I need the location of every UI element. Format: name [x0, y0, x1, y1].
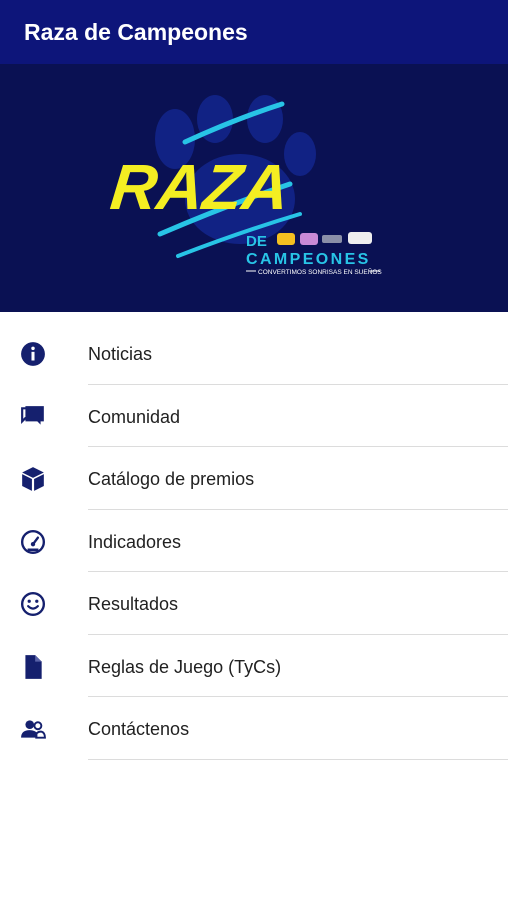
menu-item-label: Resultados	[88, 594, 179, 614]
logo-word: RAZA	[107, 151, 292, 223]
menu-item-label: Comunidad	[88, 406, 181, 427]
speedometer-icon	[20, 529, 46, 554]
chat-icon	[21, 405, 44, 425]
header-banner: RAZA DE CAMPEONES CONVERTIMOS SONRISAS E…	[0, 64, 508, 312]
menu-item-label: Noticias	[88, 344, 153, 364]
box-icon	[22, 467, 44, 491]
app-title: Raza de Campeones	[24, 19, 248, 45]
menu-item-label: Contáctenos	[88, 719, 190, 739]
logo-tagline: CONVERTIMOS SONRISAS EN SUEÑOS	[258, 267, 382, 276]
menu-item-label: Reglas de Juego (TyCs)	[88, 656, 282, 677]
navigation-menu: Noticias Comunidad Catálogo de premios I…	[0, 322, 508, 760]
logo-campeones: CAMPEONES	[246, 251, 371, 268]
smiley-icon	[20, 591, 46, 617]
menu-item-resultados[interactable]: Resultados	[0, 572, 508, 635]
info-icon	[21, 342, 45, 366]
menu-item-reglas[interactable]: Reglas de Juego (TyCs)	[0, 635, 508, 697]
menu-item-noticias[interactable]: Noticias	[0, 322, 508, 385]
app-bar: Raza de Campeones	[0, 0, 508, 64]
contacts-icon	[21, 720, 46, 739]
menu-item-indicadores[interactable]: Indicadores	[0, 510, 508, 572]
raza-logo: RAZA DE CAMPEONES CONVERTIMOS SONRISAS E…	[107, 95, 382, 276]
logo-de: DE	[246, 233, 267, 250]
menu-item-comunidad[interactable]: Comunidad	[0, 385, 508, 447]
menu-item-label: Catálogo de premios	[88, 469, 255, 489]
menu-item-label: Indicadores	[88, 531, 182, 552]
sponsor-badges	[277, 232, 372, 245]
menu-item-catalogo[interactable]: Catálogo de premios	[0, 447, 508, 510]
menu-item-contactenos[interactable]: Contáctenos	[0, 697, 508, 760]
divider	[88, 758, 508, 760]
document-icon	[25, 654, 42, 679]
